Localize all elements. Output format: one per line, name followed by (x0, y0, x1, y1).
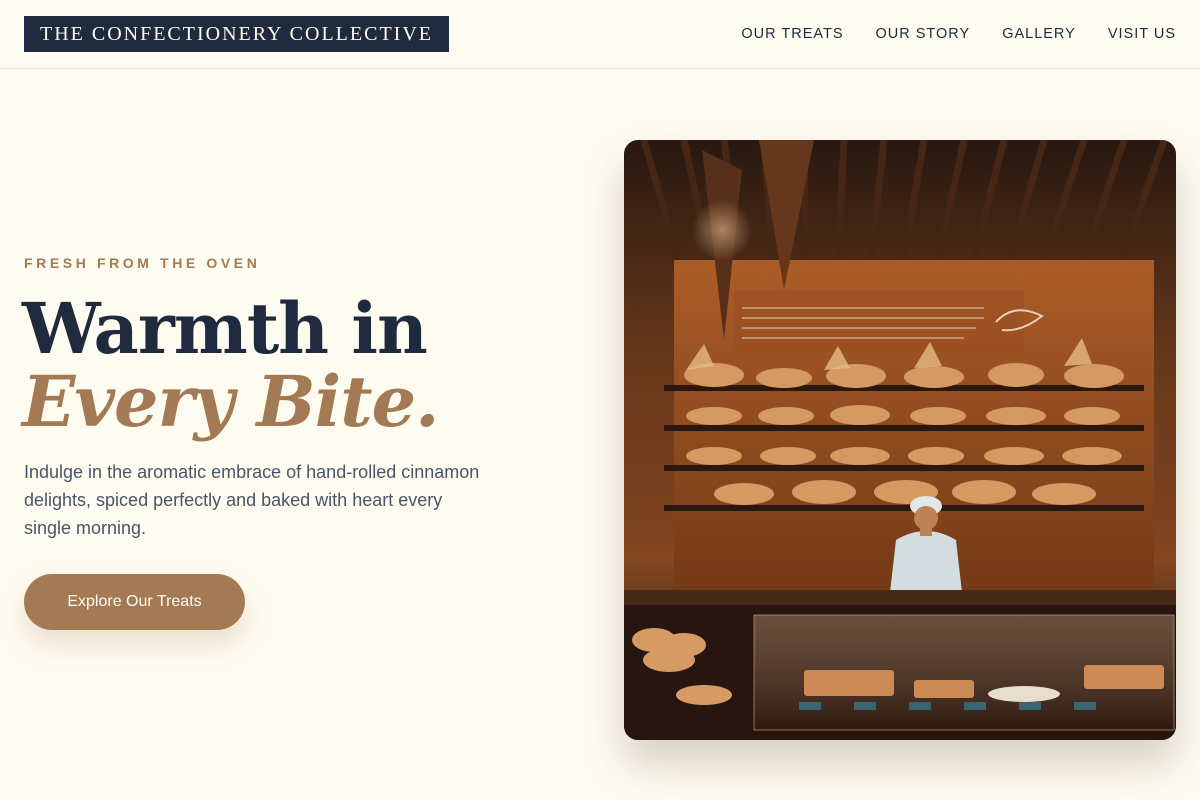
hero-eyebrow: FRESH FROM THE OVEN (24, 255, 261, 271)
site-header: THE CONFECTIONERY COLLECTIVE OUR TREATS … (0, 0, 1200, 69)
main-nav: OUR TREATS OUR STORY GALLERY VISIT US (741, 24, 1176, 44)
nav-our-treats[interactable]: OUR TREATS (741, 24, 843, 44)
explore-treats-button[interactable]: Explore Our Treats (24, 574, 245, 630)
hero-title-line1: Warmth in (22, 287, 428, 370)
nav-our-story[interactable]: OUR STORY (876, 24, 971, 44)
hero-title-line2: Every Bite. (22, 360, 439, 443)
site-logo[interactable]: THE CONFECTIONERY COLLECTIVE (24, 16, 449, 52)
nav-gallery[interactable]: GALLERY (1002, 24, 1076, 44)
bakery-illustration (624, 140, 1176, 740)
nav-visit-us[interactable]: VISIT US (1108, 24, 1176, 44)
hero-description: Indulge in the aromatic embrace of hand-… (24, 462, 480, 538)
bakery-photo (624, 140, 1176, 740)
